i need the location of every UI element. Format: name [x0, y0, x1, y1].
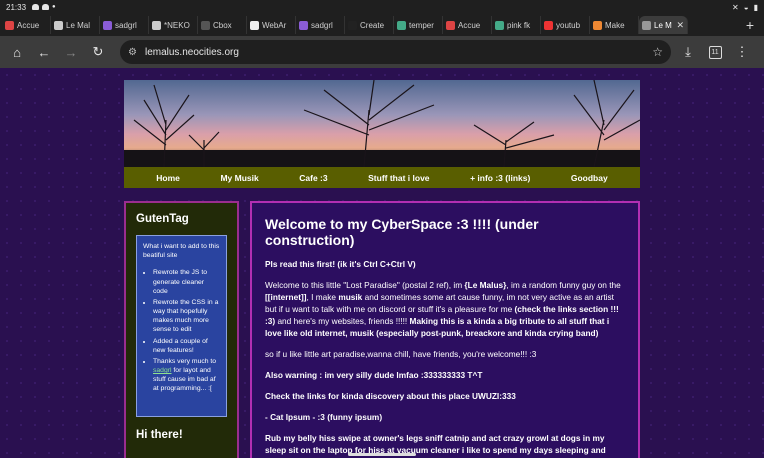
browser-toolbar: ⌂ ← → ↻ ⚙ lemalus.neocities.org ☆ ⤓ 11 ⋮	[0, 36, 764, 68]
favicon-icon	[5, 20, 14, 30]
bookmark-star-icon[interactable]: ☆	[652, 45, 663, 59]
tab[interactable]: Create	[345, 16, 394, 34]
tab-label: sadgrl	[311, 20, 333, 30]
favicon-icon	[495, 20, 504, 30]
tab[interactable]: Le Mal	[51, 16, 100, 34]
sidebar: GutenTag What i want to add to this beat…	[124, 201, 239, 458]
gesture-bar[interactable]	[348, 453, 416, 456]
new-tab-button[interactable]: +	[746, 17, 754, 33]
discord-icon	[32, 4, 40, 10]
url-text[interactable]: lemalus.neocities.org	[145, 47, 239, 58]
tab-label: Cbox	[213, 20, 232, 30]
reload-icon[interactable]: ↻	[87, 41, 109, 63]
banner-image	[124, 80, 640, 167]
tab[interactable]: Le M ✕	[639, 16, 688, 34]
discord-icon	[42, 4, 50, 10]
sadgrl-link[interactable]: sadgrl	[153, 367, 172, 374]
updates-intro: What i want to add to this beatiful site	[143, 243, 220, 260]
tab[interactable]: Cbox	[198, 16, 247, 34]
site-settings-icon[interactable]: ⚙	[128, 47, 137, 58]
mute-icon: ✕	[732, 2, 739, 12]
paragraph: - Cat Ipsum - :3 (funny ipsum)	[265, 412, 383, 423]
tab-label: Accue	[458, 20, 481, 30]
nav-info-links[interactable]: + info :3 (links)	[470, 173, 530, 183]
nav-stuff-i-love[interactable]: Stuff that i love	[368, 173, 429, 183]
nav-cafe[interactable]: Cafe :3	[299, 173, 327, 183]
status-time: 21:33	[6, 2, 27, 12]
favicon-icon	[103, 20, 112, 30]
main-content: Welcome to my CyberSpace :3 !!!! (under …	[250, 201, 640, 458]
tab-label: pink fk	[507, 20, 531, 30]
home-icon[interactable]: ⌂	[6, 41, 28, 63]
paragraph: Rub my belly hiss swipe at owner's legs …	[265, 433, 606, 458]
download-icon[interactable]: ⤓	[677, 41, 699, 63]
sidebar-title: GutenTag	[136, 213, 189, 225]
tab-label: Le Mal	[66, 20, 91, 30]
favicon-icon	[348, 20, 357, 30]
favicon-icon	[397, 20, 406, 30]
tab-label: WebAr	[262, 20, 287, 30]
tab[interactable]: Accue	[443, 16, 492, 34]
list-item: Rewrote the CSS in a way that hopefully …	[153, 298, 220, 335]
tree-silhouette-image	[124, 80, 640, 167]
favicon-icon	[642, 20, 651, 30]
tab[interactable]: *NEKO	[149, 16, 198, 34]
tab-strip: Accue Le Mal sadgrl *NEKO Cbox WebAr sadgrl Cre…	[0, 14, 764, 36]
tab[interactable]: Make	[590, 16, 639, 34]
nav-goodbay[interactable]: Goodbay	[571, 173, 608, 183]
favicon-icon	[201, 20, 210, 30]
tab[interactable]: sadgrl	[100, 16, 149, 34]
paragraph: Also warning : im very silly dude lmfao …	[265, 370, 483, 381]
paragraph: Check the links for kinda discovery abou…	[265, 391, 516, 402]
notification-icons: ●	[32, 4, 56, 10]
tab-label: Accue	[17, 20, 40, 30]
favicon-icon	[250, 20, 259, 30]
paragraph: so if u like little art paradise,wanna c…	[265, 349, 537, 360]
tab[interactable]: temper	[394, 16, 443, 34]
tab-label: Create	[360, 20, 385, 30]
tab[interactable]: Accue	[2, 16, 51, 34]
tab[interactable]: youtub	[541, 16, 590, 34]
tab[interactable]: sadgrl	[296, 16, 345, 34]
updates-box[interactable]: What i want to add to this beatiful site…	[136, 235, 227, 417]
nav-home[interactable]: Home	[156, 173, 180, 183]
tab-label: sadgrl	[115, 20, 137, 30]
tab-label: Make	[605, 20, 625, 30]
site-nav-bar: Home My Musik Cafe :3 Stuff that i love …	[124, 167, 640, 188]
battery-icon: ▮	[753, 2, 758, 12]
tab-label: Le M	[654, 20, 672, 30]
tab-label: youtub	[556, 20, 581, 30]
favicon-icon	[152, 20, 161, 30]
forward-icon[interactable]: →	[60, 41, 82, 63]
nav-my-musik[interactable]: My Musik	[220, 173, 258, 183]
list-item: Added a couple of new features!	[153, 337, 220, 355]
sidebar-title-2: Hi there!	[136, 429, 183, 441]
tabs-container: Accue Le Mal sadgrl *NEKO Cbox WebAr sadgrl Cre…	[2, 16, 688, 34]
web-page: Home My Musik Cafe :3 Stuff that i love …	[0, 68, 764, 458]
menu-kebab-icon[interactable]: ⋮	[731, 41, 753, 63]
address-bar[interactable]: ⚙ lemalus.neocities.org ☆	[120, 40, 671, 64]
updates-list: Rewrote the JS to generate cleaner code …	[143, 268, 220, 393]
dot-icon: ●	[52, 4, 56, 10]
favicon-icon	[54, 20, 63, 30]
favicon-icon	[593, 20, 602, 30]
paragraph: Pls read this first! (ik it's Ctrl C+Ctr…	[265, 259, 416, 269]
tab[interactable]: pink fk	[492, 16, 541, 34]
list-item: Rewrote the JS to generate cleaner code	[153, 268, 220, 296]
back-icon[interactable]: ←	[33, 41, 55, 63]
tab[interactable]: WebAr	[247, 16, 296, 34]
list-item: Thanks very much to sadgrl for layot and…	[153, 357, 220, 394]
tab-label: *NEKO	[164, 20, 190, 30]
close-tab-icon[interactable]: ✕	[676, 20, 684, 31]
favicon-icon	[299, 20, 308, 30]
tab-switcher-button[interactable]: 11	[704, 41, 726, 63]
status-bar: 21:33 ● ✕ ◒ ▮	[0, 0, 764, 14]
wifi-icon: ◒	[743, 2, 749, 12]
favicon-icon	[446, 20, 455, 30]
favicon-icon	[544, 20, 553, 30]
page-title: Welcome to my CyberSpace :3 !!!! (under …	[265, 216, 539, 248]
tab-label: temper	[409, 20, 434, 30]
paragraph: Welcome to this little "Lost Paradise" (…	[265, 280, 621, 339]
